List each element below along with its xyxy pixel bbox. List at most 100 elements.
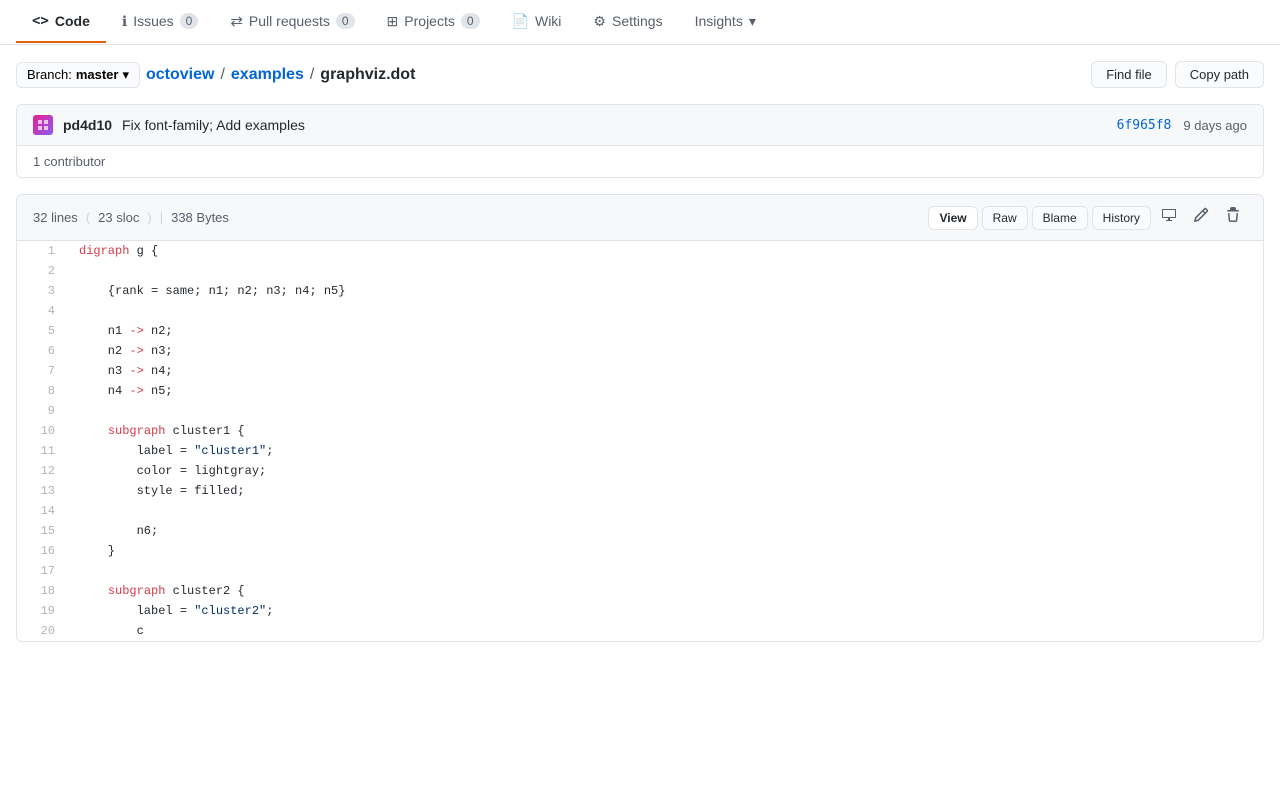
table-row: 12 color = lightgray; xyxy=(17,461,1263,481)
delete-icon[interactable] xyxy=(1219,203,1247,232)
file-sloc: 23 sloc xyxy=(98,210,139,225)
breadcrumb-bar: Branch: master ▾ octoview / examples / g… xyxy=(16,61,1264,88)
line-number: 6 xyxy=(17,341,67,361)
line-code: n1 -> n2; xyxy=(67,321,1263,341)
line-code: subgraph cluster2 { xyxy=(67,581,1263,601)
history-button[interactable]: History xyxy=(1092,206,1151,230)
copy-path-button[interactable]: Copy path xyxy=(1175,61,1264,88)
commit-info-box: pd4d10 Fix font-family; Add examples 6f9… xyxy=(16,104,1264,178)
tab-wiki[interactable]: 📄 Wiki xyxy=(496,1,578,44)
edit-icon[interactable] xyxy=(1187,203,1215,232)
commit-hash-link[interactable]: 6f965f8 xyxy=(1117,118,1172,133)
file-lines: 32 lines xyxy=(33,210,78,225)
tab-projects[interactable]: ⊞ Projects 0 xyxy=(371,1,496,44)
file-viewer: 32 lines (23 sloc) | 338 Bytes View Raw … xyxy=(16,194,1264,642)
line-number: 7 xyxy=(17,361,67,381)
code-content: 1digraph g {2 3 {rank = same; n1; n2; n3… xyxy=(17,241,1263,641)
line-code: style = filled; xyxy=(67,481,1263,501)
code-table: 1digraph g {2 3 {rank = same; n1; n2; n3… xyxy=(17,241,1263,641)
table-row: 9 xyxy=(17,401,1263,421)
tab-code[interactable]: <> Code xyxy=(16,1,106,43)
table-row: 20 c xyxy=(17,621,1263,641)
line-code: n6; xyxy=(67,521,1263,541)
line-number: 15 xyxy=(17,521,67,541)
line-number: 16 xyxy=(17,541,67,561)
tab-wiki-label: Wiki xyxy=(535,13,561,29)
tab-settings[interactable]: ⚙ Settings xyxy=(577,1,678,44)
file-info: 32 lines (23 sloc) | 338 Bytes xyxy=(33,210,229,225)
table-row: 10 subgraph cluster1 { xyxy=(17,421,1263,441)
breadcrumb-sep-2: / xyxy=(310,66,314,84)
tab-issues[interactable]: ℹ Issues 0 xyxy=(106,1,214,44)
projects-icon: ⊞ xyxy=(387,13,399,30)
commit-footer: 1 contributor xyxy=(17,146,1263,177)
line-code xyxy=(67,301,1263,321)
table-row: 2 xyxy=(17,261,1263,281)
table-row: 8 n4 -> n5; xyxy=(17,381,1263,401)
line-number: 13 xyxy=(17,481,67,501)
issues-badge: 0 xyxy=(180,13,199,29)
tab-settings-label: Settings xyxy=(612,13,663,29)
commit-header: pd4d10 Fix font-family; Add examples 6f9… xyxy=(17,105,1263,146)
line-code xyxy=(67,401,1263,421)
find-file-button[interactable]: Find file xyxy=(1091,61,1167,88)
table-row: 17 xyxy=(17,561,1263,581)
line-number: 14 xyxy=(17,501,67,521)
line-number: 20 xyxy=(17,621,67,641)
breadcrumb-filename: graphviz.dot xyxy=(320,66,415,84)
raw-button[interactable]: Raw xyxy=(982,206,1028,230)
breadcrumb-actions: Find file Copy path xyxy=(1091,61,1264,88)
line-code: c xyxy=(67,621,1263,641)
line-code: label = "cluster2"; xyxy=(67,601,1263,621)
file-divider: | xyxy=(160,210,163,225)
branch-name: master xyxy=(76,67,119,82)
table-row: 1digraph g { xyxy=(17,241,1263,261)
view-button[interactable]: View xyxy=(928,206,977,230)
table-row: 5 n1 -> n2; xyxy=(17,321,1263,341)
line-code: n2 -> n3; xyxy=(67,341,1263,361)
line-number: 17 xyxy=(17,561,67,581)
line-number: 9 xyxy=(17,401,67,421)
line-number: 4 xyxy=(17,301,67,321)
breadcrumb-examples-link[interactable]: examples xyxy=(231,66,304,84)
insights-chevron-icon: ▾ xyxy=(749,13,756,30)
line-number: 1 xyxy=(17,241,67,261)
main-content: Branch: master ▾ octoview / examples / g… xyxy=(0,45,1280,658)
table-row: 19 label = "cluster2"; xyxy=(17,601,1263,621)
tab-insights[interactable]: Insights ▾ xyxy=(679,1,772,44)
avatar xyxy=(33,115,53,135)
breadcrumb-sep-1: / xyxy=(220,66,224,84)
top-nav: <> Code ℹ Issues 0 ⇄ Pull requests 0 ⊞ P… xyxy=(0,0,1280,45)
line-number: 19 xyxy=(17,601,67,621)
table-row: 4 xyxy=(17,301,1263,321)
issues-icon: ℹ xyxy=(122,13,127,30)
table-row: 14 xyxy=(17,501,1263,521)
desktop-icon[interactable] xyxy=(1155,203,1183,232)
contributors-count: 1 contributor xyxy=(33,154,105,169)
file-actions: View Raw Blame History xyxy=(928,203,1247,232)
line-code xyxy=(67,501,1263,521)
table-row: 15 n6; xyxy=(17,521,1263,541)
line-code: color = lightgray; xyxy=(67,461,1263,481)
line-code: subgraph cluster1 { xyxy=(67,421,1263,441)
breadcrumb-repo-link[interactable]: octoview xyxy=(146,66,214,84)
line-code: } xyxy=(67,541,1263,561)
branch-label: Branch: xyxy=(27,67,72,82)
wiki-icon: 📄 xyxy=(512,13,529,30)
commit-left: pd4d10 Fix font-family; Add examples xyxy=(33,115,305,135)
line-number: 11 xyxy=(17,441,67,461)
line-code xyxy=(67,561,1263,581)
table-row: 13 style = filled; xyxy=(17,481,1263,501)
tab-issues-label: Issues xyxy=(133,13,173,29)
code-icon: <> xyxy=(32,13,49,29)
tab-code-label: Code xyxy=(55,13,90,29)
table-row: 6 n2 -> n3; xyxy=(17,341,1263,361)
line-number: 3 xyxy=(17,281,67,301)
blame-button[interactable]: Blame xyxy=(1032,206,1088,230)
commit-message: Fix font-family; Add examples xyxy=(122,117,305,133)
branch-selector[interactable]: Branch: master ▾ xyxy=(16,62,140,88)
table-row: 16 } xyxy=(17,541,1263,561)
table-row: 3 {rank = same; n1; n2; n3; n4; n5} xyxy=(17,281,1263,301)
tab-pull-requests[interactable]: ⇄ Pull requests 0 xyxy=(214,0,370,44)
file-header: 32 lines (23 sloc) | 338 Bytes View Raw … xyxy=(17,195,1263,241)
